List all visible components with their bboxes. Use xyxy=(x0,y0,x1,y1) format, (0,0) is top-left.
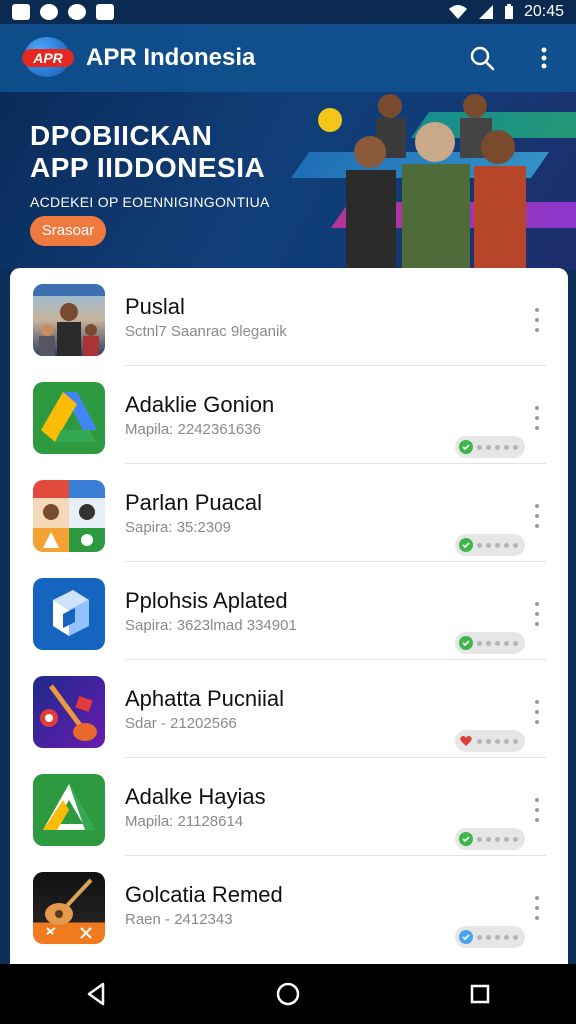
recents-square-icon xyxy=(470,984,490,1004)
app-logo-text: APR xyxy=(22,49,74,67)
promo-banner[interactable]: DPOBIICKAN APP IIDDONESIA ACDEKEI OP EOE… xyxy=(0,92,576,270)
nav-recents-button[interactable] xyxy=(460,974,500,1014)
item-more-button[interactable] xyxy=(528,896,546,920)
list-item[interactable]: Adalke Hayias Mapila: 21128614 xyxy=(10,758,568,856)
app-meta: Mapila: 21128614 xyxy=(125,813,244,830)
app-meta: Sapira: 35:2309 xyxy=(125,519,231,536)
check-icon xyxy=(459,440,473,454)
app-meta: Sctnl7 Saanrac 9leganik xyxy=(125,323,287,340)
list-item[interactable]: Golcatia Remed Raen - 2412343 xyxy=(10,856,568,954)
app-name: Pplohsis Aplated xyxy=(125,588,288,613)
home-circle-icon xyxy=(276,982,300,1006)
app-name: Golcatia Remed xyxy=(125,882,283,907)
item-more-button[interactable] xyxy=(528,406,546,430)
check-icon xyxy=(459,930,473,944)
people-photo-icon xyxy=(33,284,105,356)
notification-refresh-icon xyxy=(68,4,86,20)
search-icon xyxy=(470,46,495,71)
battery-icon xyxy=(504,4,513,19)
drive-triangle-green-icon xyxy=(33,774,105,846)
app-toggle[interactable] xyxy=(455,632,525,654)
app-name: Adalke Hayias xyxy=(125,784,266,809)
banner-cta-button[interactable]: Srasoar xyxy=(30,216,106,246)
status-bar: 20:45 xyxy=(0,0,576,24)
item-more-button[interactable] xyxy=(528,700,546,724)
item-more-button[interactable] xyxy=(528,602,546,626)
app-meta: Sdar - 21202566 xyxy=(125,715,237,732)
overflow-menu-button[interactable] xyxy=(530,44,558,72)
search-button[interactable] xyxy=(468,44,496,72)
app-bar: APR APR Indonesia xyxy=(0,24,576,92)
banner-subtitle: ACDEKEI OP EOENNIGINGONTIUA xyxy=(30,194,270,210)
list-item[interactable]: Aphatta Pucniial Sdar - 21202566 xyxy=(10,660,568,758)
guitar-red-icon xyxy=(33,676,105,748)
check-icon xyxy=(459,636,473,650)
system-nav-bar xyxy=(0,964,576,1024)
app-toggle[interactable] xyxy=(455,730,525,752)
app-name: Aphatta Pucniial xyxy=(125,686,284,711)
banner-title-line2: APP IIDDONESIA xyxy=(30,152,266,183)
app-title: APR Indonesia xyxy=(86,44,256,71)
collage-icon xyxy=(33,480,105,552)
app-list: Puslal Sctnl7 Saanrac 9leganik Adaklie G… xyxy=(10,268,568,968)
banner-people-illustration xyxy=(318,94,526,270)
app-toggle[interactable] xyxy=(455,926,525,948)
app-name: Puslal xyxy=(125,294,185,319)
list-item[interactable]: Pplohsis Aplated Sapira: 3623lmad 334901 xyxy=(10,562,568,660)
cube-logo-icon xyxy=(33,578,105,650)
signal-icon xyxy=(478,5,493,19)
wifi-icon xyxy=(448,5,467,19)
notification-sync-icon xyxy=(40,4,58,20)
app-meta: Sapira: 3623lmad 334901 xyxy=(125,617,297,634)
list-item[interactable]: Puslal Sctnl7 Saanrac 9leganik xyxy=(10,268,568,366)
notification-photo-icon xyxy=(96,4,114,20)
app-name: Adaklie Gonion xyxy=(125,392,275,417)
notification-app-icon xyxy=(12,4,30,20)
status-time: 20:45 xyxy=(523,3,564,20)
list-item[interactable]: Adaklie Gonion Mapila: 2242361636 xyxy=(10,366,568,464)
app-meta: Raen - 2412343 xyxy=(125,911,233,928)
item-more-button[interactable] xyxy=(528,504,546,528)
app-meta: Mapila: 2242361636 xyxy=(125,421,261,438)
guitar-orange-icon xyxy=(33,872,105,944)
back-triangle-icon xyxy=(87,982,105,1006)
nav-back-button[interactable] xyxy=(76,974,116,1014)
app-name: Parlan Puacal xyxy=(125,490,262,515)
app-toggle[interactable] xyxy=(455,534,525,556)
check-icon xyxy=(459,538,473,552)
item-more-button[interactable] xyxy=(528,308,546,332)
heart-icon xyxy=(459,734,473,748)
list-item[interactable]: Parlan Puacal Sapira: 35:2309 xyxy=(10,464,568,562)
app-toggle[interactable] xyxy=(455,828,525,850)
banner-title-line1: DPOBIICKAN xyxy=(30,120,213,151)
item-more-button[interactable] xyxy=(528,798,546,822)
app-logo: APR xyxy=(22,37,74,79)
app-toggle[interactable] xyxy=(455,436,525,458)
drive-triangle-icon xyxy=(33,382,105,454)
more-vertical-icon xyxy=(541,47,547,69)
check-icon xyxy=(459,832,473,846)
nav-home-button[interactable] xyxy=(268,974,308,1014)
